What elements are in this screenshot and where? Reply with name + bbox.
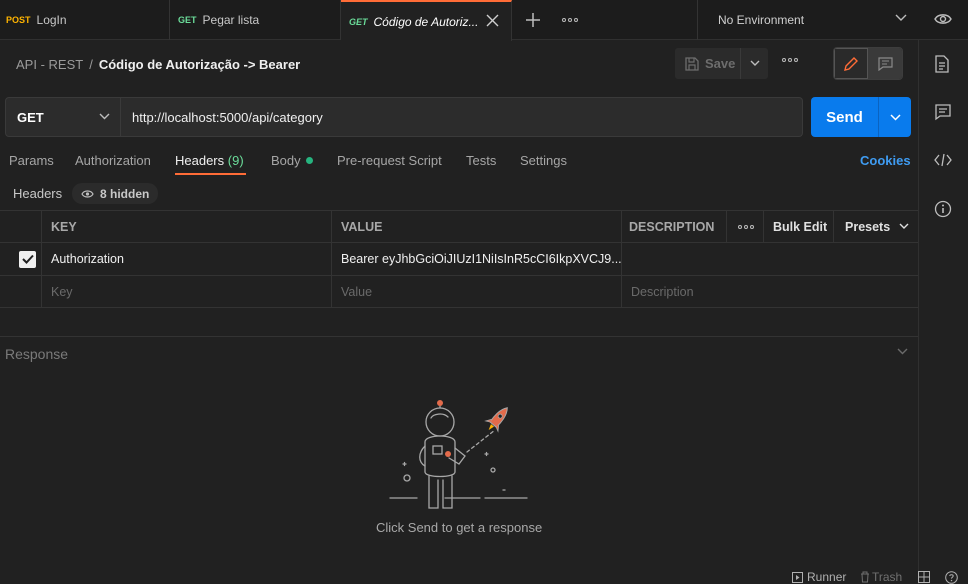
tab-label: Pegar lista [202, 13, 260, 27]
pencil-icon [843, 56, 859, 72]
tab-label: Código de Autoriz... [373, 14, 479, 29]
right-sidebar [918, 40, 968, 584]
close-icon[interactable] [486, 14, 499, 27]
tab-headers[interactable]: Headers (9) [175, 153, 244, 168]
new-tab-button[interactable] [523, 10, 543, 30]
tab-headers-label: Headers [175, 153, 225, 168]
tab-body-label: Body [271, 153, 301, 168]
chevron-down-icon [99, 113, 110, 120]
comments-icon[interactable] [934, 103, 954, 123]
method-value: GET [17, 109, 44, 125]
comment-icon [877, 56, 893, 71]
runner-button[interactable]: Runner [792, 570, 846, 584]
column-options-button[interactable] [726, 211, 763, 242]
active-tab-indicator [175, 173, 246, 175]
tab-pegar-lista[interactable]: GET Pegar lista [170, 0, 341, 40]
request-title[interactable]: Código de Autorização -> Bearer [99, 57, 300, 72]
checkmark-icon [19, 250, 36, 268]
save-label: Save [705, 56, 736, 71]
save-button[interactable]: Save [675, 48, 741, 79]
column-key: KEY [41, 211, 331, 242]
presets-dropdown[interactable]: Presets [833, 211, 918, 242]
table-header-row: KEY VALUE DESCRIPTION Bulk Edit Presets [0, 210, 918, 243]
send-button-group: Send [811, 97, 911, 137]
info-icon[interactable] [934, 200, 954, 220]
method-badge: POST [6, 15, 31, 25]
method-select[interactable]: GET [5, 97, 121, 137]
tab-settings[interactable]: Settings [520, 153, 567, 168]
eye-icon [81, 189, 94, 199]
tab-label: LogIn [36, 13, 67, 27]
new-key-input[interactable]: Key [41, 276, 331, 307]
astronaut-illustration [385, 398, 530, 516]
runner-label: Runner [807, 570, 847, 584]
tab-pre-request-script[interactable]: Pre-request Script [337, 153, 442, 168]
bulk-edit-button[interactable]: Bulk Edit [763, 211, 833, 242]
send-options-button[interactable] [878, 97, 911, 137]
column-description: DESCRIPTION [621, 211, 726, 242]
runner-icon [792, 571, 803, 583]
chevron-down-icon [899, 223, 909, 230]
comment-mode-button[interactable] [868, 48, 902, 79]
code-icon[interactable] [934, 152, 954, 172]
environment-label: No Environment [718, 13, 805, 27]
tab-authorization[interactable]: Authorization [75, 153, 151, 168]
column-value: VALUE [331, 211, 621, 242]
row-enable-checkbox[interactable] [0, 243, 41, 275]
breadcrumb: API - REST / Código de Autorização -> Be… [16, 57, 300, 72]
header-value-cell[interactable]: Bearer eyJhbGciOiJIUzI1NiIsInR5cCI6IkpXV… [331, 243, 621, 275]
chevron-down-icon[interactable] [897, 348, 908, 355]
headers-section-label: Headers [13, 186, 63, 201]
documentation-icon[interactable] [934, 55, 954, 75]
breadcrumb-collection[interactable]: API - REST [16, 57, 83, 72]
url-input[interactable]: http://localhost:5000/api/category [121, 97, 803, 137]
cookies-link[interactable]: Cookies [860, 153, 911, 168]
save-options-button[interactable] [741, 60, 768, 67]
url-value: http://localhost:5000/api/category [132, 109, 323, 125]
chevron-down-icon [889, 113, 901, 121]
tab-params[interactable]: Params [9, 153, 54, 168]
tab-login[interactable]: POST LogIn [0, 0, 170, 40]
more-options-icon [738, 224, 754, 229]
view-mode-toggle [833, 47, 903, 80]
header-description-cell[interactable] [621, 243, 918, 275]
chevron-down-icon [895, 14, 907, 22]
edit-mode-button[interactable] [834, 48, 868, 79]
tab-codigo-autorizacao[interactable]: GET Código de Autoriz... [341, 0, 512, 41]
tab-body[interactable]: Body [271, 153, 313, 168]
response-hint: Click Send to get a response [376, 520, 543, 535]
method-badge: GET [178, 15, 197, 25]
save-icon [685, 56, 699, 71]
eye-icon[interactable] [934, 12, 952, 26]
tab-bar: POST LogIn GET Pegar lista GET Código de… [0, 0, 968, 41]
hidden-headers-count: 8 hidden [100, 186, 150, 201]
more-actions-icon[interactable] [782, 58, 798, 62]
table-row: Authorization Bearer eyJhbGciOiJIUzI1NiI… [0, 243, 918, 276]
method-badge: GET [349, 16, 368, 27]
new-value-input[interactable]: Value [331, 276, 621, 307]
send-button[interactable]: Send [811, 109, 878, 126]
save-button-group: Save [675, 48, 768, 79]
response-label: Response [5, 346, 69, 362]
trash-button[interactable]: Trash [860, 570, 902, 584]
breadcrumb-separator: / [89, 57, 93, 72]
response-divider [0, 336, 918, 337]
new-description-input[interactable]: Description [621, 276, 918, 307]
trash-label: Trash [872, 570, 903, 584]
header-key-cell[interactable]: Authorization [41, 243, 331, 275]
tab-options-icon[interactable] [562, 18, 578, 22]
tab-tests[interactable]: Tests [466, 153, 496, 168]
table-row-new: Key Value Description [0, 276, 918, 308]
help-icon[interactable] [945, 571, 958, 584]
two-pane-view-icon[interactable] [918, 571, 930, 583]
body-status-dot [305, 157, 313, 164]
hidden-headers-toggle[interactable]: 8 hidden [72, 183, 159, 204]
trash-icon [860, 571, 870, 583]
presets-label: Presets [845, 219, 891, 234]
environment-selector[interactable]: No Environment [697, 0, 919, 40]
chevron-down-icon [750, 60, 760, 67]
headers-count: (9) [227, 153, 244, 168]
